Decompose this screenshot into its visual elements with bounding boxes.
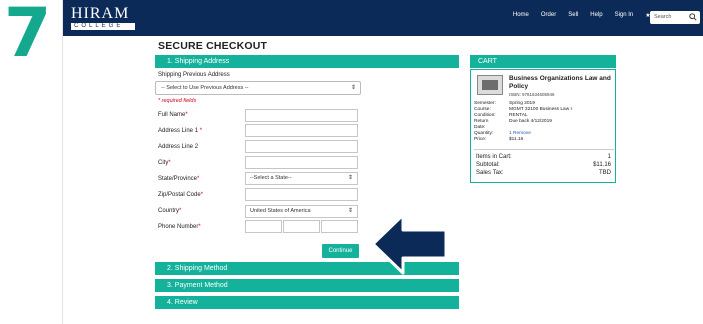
required-asterisk: *	[185, 112, 188, 118]
required-asterisk: *	[199, 128, 203, 134]
nav-links: Home Order Sell Help Sign In ★(1)	[513, 12, 658, 19]
phone-label-text: Phone Number	[158, 224, 199, 230]
sales-tax-value: TBD	[599, 170, 611, 176]
meta-key: Semester:	[474, 101, 496, 106]
chevron-down-icon: ⇕	[347, 175, 353, 181]
pointer-arrow-icon	[371, 213, 448, 275]
phone-label: Phone Number*	[158, 224, 201, 230]
state-label: State/Province*	[158, 176, 199, 182]
state-label-text: State/Province	[158, 176, 198, 182]
search-icon[interactable]	[689, 13, 697, 21]
required-asterisk: *	[198, 224, 201, 230]
required-asterisk: *	[179, 208, 182, 214]
state-select-value: --Select a State--	[250, 175, 292, 181]
previous-address-select[interactable]: -- Select to Use Previous Address -- ⇕	[155, 81, 361, 95]
required-asterisk: *	[200, 192, 204, 198]
country-select[interactable]: United States of America ⇕	[245, 205, 358, 218]
book-isbn: ISBN: 9781634605946	[509, 92, 555, 97]
meta-key: Condition:	[474, 113, 496, 118]
full-name-label-text: Full Name	[158, 112, 186, 118]
meta-value: RENTAL	[509, 113, 528, 118]
required-asterisk: *	[168, 160, 171, 166]
full-name-label: Full Name*	[158, 112, 188, 118]
step-number-badge: 7	[4, 0, 52, 73]
book-title: Business Organizations Law and Policy	[509, 75, 611, 90]
nav-home-link[interactable]: Home	[513, 12, 529, 19]
phone-area-field[interactable]	[245, 220, 282, 233]
phone-prefix-field[interactable]	[283, 220, 320, 233]
required-fields-note: * required fields	[158, 98, 197, 104]
subtotal-value: $11.16	[593, 162, 611, 168]
meta-value: Spring 2019	[509, 101, 535, 106]
sales-tax-label: Sales Tax:	[476, 170, 504, 176]
top-navbar: HIRAM COLLEGE Home Order Sell Help Sign …	[63, 0, 703, 36]
step-shipping-address[interactable]: 1. Shipping Address	[155, 55, 459, 68]
city-label: City*	[158, 160, 171, 166]
items-label: Items in Cart:	[476, 154, 512, 160]
meta-key: Return	[474, 119, 489, 124]
chevron-down-icon: ⇕	[347, 208, 353, 214]
nav-help-link[interactable]: Help	[590, 12, 602, 19]
zip-label-text: Zip/Postal Code	[158, 192, 201, 198]
quantity-number[interactable]: 1	[509, 131, 512, 136]
screenshot-stage: 7 HIRAM COLLEGE Home Order Sell Help Sig…	[0, 0, 703, 324]
search-placeholder: Search	[654, 14, 672, 20]
logo-subtitle: COLLEGE	[71, 23, 135, 30]
cart-header: CART	[470, 55, 616, 68]
step-review[interactable]: 4. Review	[155, 296, 459, 309]
city-label-text: City	[158, 160, 169, 166]
nav-order-link[interactable]: Order	[541, 12, 556, 19]
meta-key: Course:	[474, 107, 491, 112]
address1-field[interactable]	[245, 124, 358, 137]
search-input[interactable]: Search	[650, 11, 700, 24]
phone-line-field[interactable]	[321, 220, 358, 233]
remove-link[interactable]: Remove	[513, 131, 531, 136]
city-field[interactable]	[245, 156, 358, 169]
browser-page: HIRAM COLLEGE Home Order Sell Help Sign …	[62, 0, 703, 324]
step-payment-method[interactable]: 3. Payment Method	[155, 279, 459, 292]
cart-panel: Business Organizations Law and Policy IS…	[470, 69, 616, 183]
zip-field[interactable]	[245, 188, 358, 201]
price-value: $11.16	[509, 137, 524, 142]
chevron-down-icon: ⇕	[350, 85, 356, 91]
required-asterisk: *	[197, 176, 200, 182]
address1-label: Address Line 1 *	[158, 128, 202, 134]
prev-address-label: Shipping Previous Address	[158, 72, 230, 78]
meta-key: Date:	[474, 125, 486, 130]
cart-divider	[474, 149, 614, 150]
address2-field[interactable]	[245, 140, 358, 153]
country-select-value: United States of America	[250, 208, 311, 214]
quantity-value: 1 Remove	[509, 131, 531, 136]
subtotal-label: Subtotal:	[476, 162, 500, 168]
full-name-field[interactable]	[245, 109, 358, 122]
items-value: 1	[607, 154, 611, 160]
meta-value: MGMT 32100 Business Law I	[509, 107, 572, 112]
country-label-text: Country	[158, 208, 180, 214]
continue-button[interactable]: Continue	[322, 244, 359, 258]
state-select[interactable]: --Select a State-- ⇕	[245, 172, 358, 185]
meta-value: Due back 4/12/2019	[509, 119, 552, 124]
book-cover-image	[477, 75, 503, 95]
zip-label: Zip/Postal Code*	[158, 192, 203, 198]
page-title: SECURE CHECKOUT	[158, 40, 268, 52]
address2-label: Address Line 2	[158, 144, 199, 150]
hiram-college-logo[interactable]: HIRAM COLLEGE	[71, 6, 141, 32]
nav-sell-link[interactable]: Sell	[568, 12, 578, 19]
country-label: Country*	[158, 208, 181, 214]
meta-key: Price:	[474, 137, 487, 142]
nav-signin-link[interactable]: Sign In	[615, 12, 634, 19]
logo-wordmark: HIRAM	[71, 5, 130, 22]
meta-key: Quantity:	[474, 131, 494, 136]
previous-address-value: -- Select to Use Previous Address --	[161, 85, 249, 91]
address1-label-text: Address Line 1	[158, 128, 199, 134]
